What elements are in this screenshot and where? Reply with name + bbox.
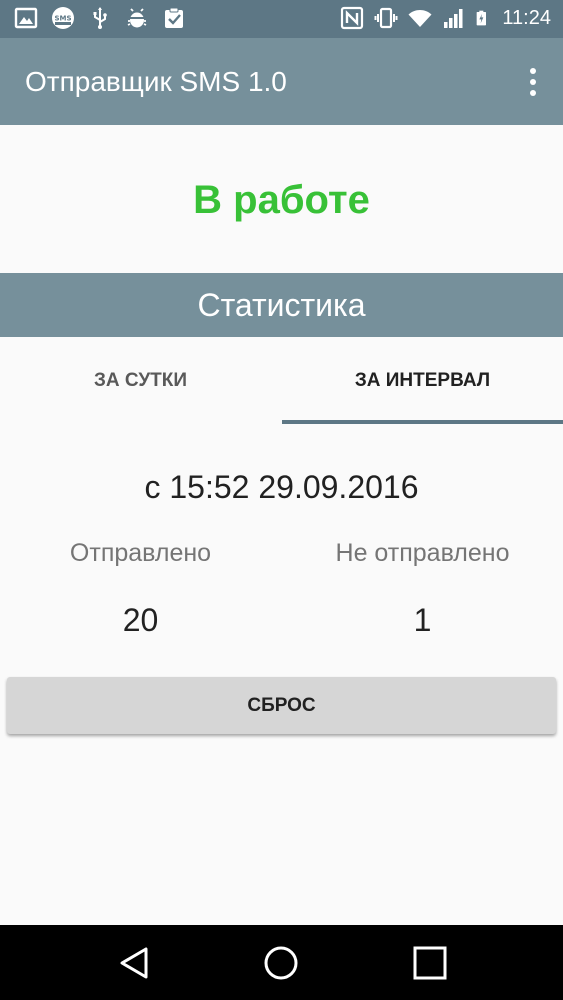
wifi-icon xyxy=(408,10,432,27)
app-title: Отправщик SMS 1.0 xyxy=(25,66,287,97)
overflow-dot xyxy=(530,79,536,85)
app-bar: Отправщик SMS 1.0 xyxy=(0,38,563,125)
vibrate-icon xyxy=(374,7,398,29)
sms-icon: SMS xyxy=(52,7,74,29)
sms-badge-text: SMS xyxy=(54,15,71,23)
tab-per-interval[interactable]: ЗА ИНТЕРВАЛ xyxy=(282,337,563,424)
status-time: 11:24 xyxy=(502,7,551,29)
overflow-menu-button[interactable] xyxy=(519,62,547,102)
not-sent-label: Не отправлено xyxy=(335,539,510,567)
back-icon[interactable] xyxy=(114,943,154,983)
navigation-bar xyxy=(0,925,563,1000)
nfc-icon xyxy=(341,6,364,30)
tab-indicator xyxy=(282,420,563,424)
not-sent-count: 1 xyxy=(413,602,432,638)
tab-per-day[interactable]: ЗА СУТКИ xyxy=(0,337,281,424)
reset-button[interactable]: СБРОС xyxy=(7,677,556,734)
sent-label: Отправлено xyxy=(69,539,212,567)
recent-apps-icon[interactable] xyxy=(410,943,450,983)
status-bar: SMS 11:24 xyxy=(0,0,563,38)
service-status-text: В работе xyxy=(193,178,370,222)
home-icon[interactable] xyxy=(261,943,301,983)
statistics-tabs: ЗА СУТКИ ЗА ИНТЕРВАЛ xyxy=(0,337,563,424)
battery-icon xyxy=(477,10,487,26)
statistics-header-label: Статистика xyxy=(197,287,366,323)
sent-count: 20 xyxy=(122,602,159,638)
android-debug-icon xyxy=(127,8,147,28)
interval-start-text: с 15:52 29.09.2016 xyxy=(144,469,419,505)
signal-icon xyxy=(444,9,463,28)
overflow-menu-icon xyxy=(530,68,536,74)
statistics-header: Статистика xyxy=(0,273,563,337)
overflow-dot xyxy=(530,90,536,96)
clipboard-check-icon xyxy=(165,7,183,28)
gallery-icon xyxy=(14,7,38,29)
usb-icon xyxy=(93,7,107,29)
